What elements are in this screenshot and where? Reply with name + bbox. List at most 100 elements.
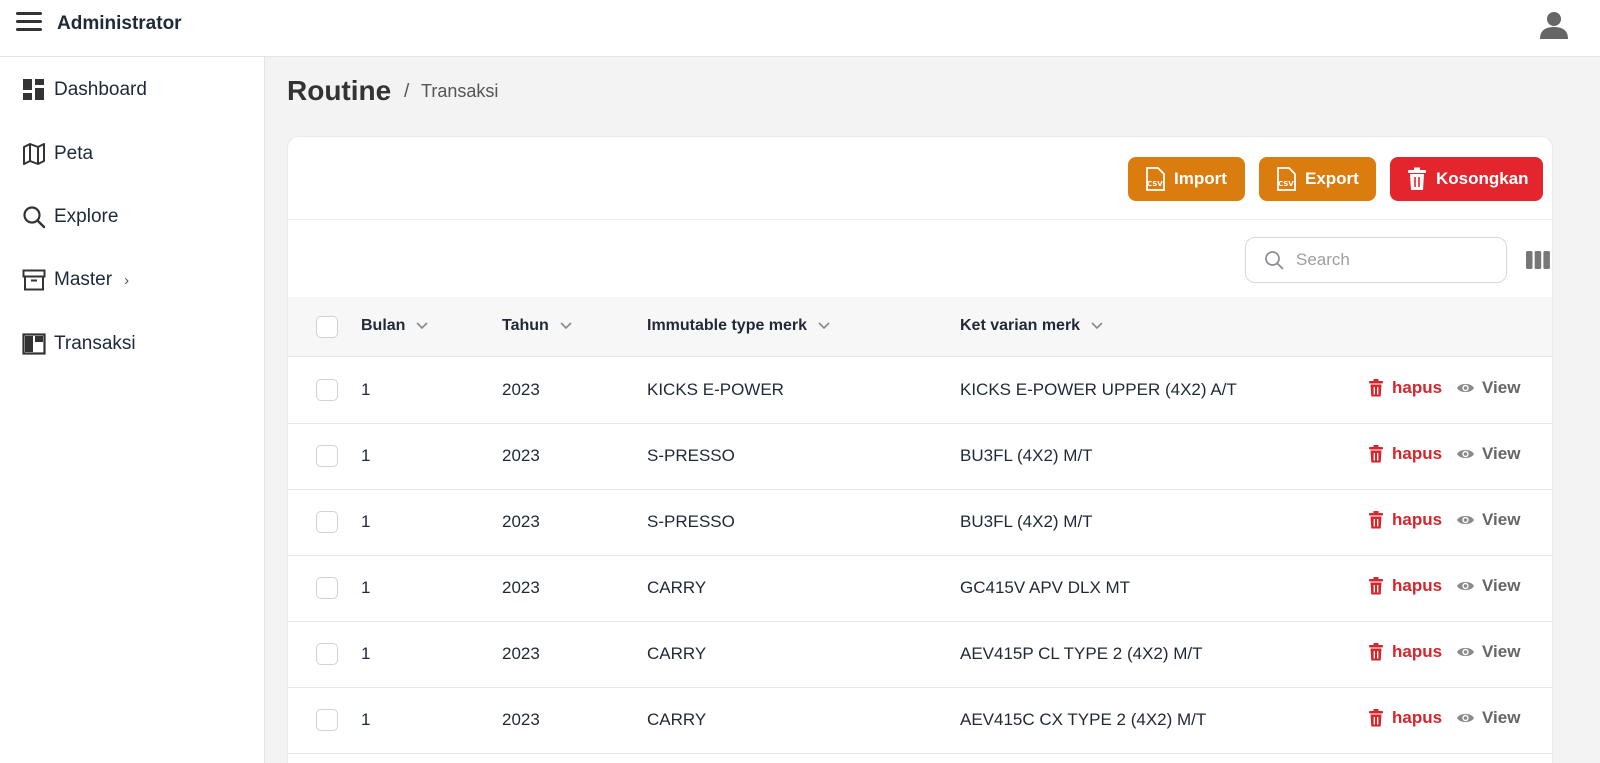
sidebar-item-label: Explore [54,206,119,227]
sidebar-item-transaksi[interactable]: Transaksi [22,329,136,359]
import-button[interactable]: CSV Import [1128,157,1245,201]
divider [288,219,1552,220]
table-cell: 2023 [502,578,540,597]
table-cell: KICKS E-POWER [647,380,784,399]
import-label: Import [1174,169,1227,188]
export-label: Export [1305,169,1359,188]
row-checkbox[interactable] [316,709,338,731]
column-header-bulan[interactable]: Bulan [361,317,429,335]
hapus-button[interactable]: hapus [1368,708,1442,728]
hapus-label: hapus [1392,444,1443,463]
select-all-checkbox[interactable] [316,316,338,338]
hapus-button[interactable]: hapus [1368,642,1442,662]
dashboard-icon [23,79,44,100]
table-cell: BU3FL (4X2) M/T [960,446,1093,465]
csv-file-icon: CSV [1146,167,1165,191]
table-row: 1 2023 S-PRESSO BU3FL (4X2) M/T hapus View [288,424,1552,490]
csv-file-icon: CSV [1277,167,1296,191]
column-header-label: Ket varian merk [960,317,1081,334]
eye-icon [1457,647,1474,657]
table-row: 1 2023 KICKS E-POWER KICKS E-POWER UPPER (4… [288,358,1552,424]
table-cell: 1 [361,380,371,399]
chevron-down-icon [1091,322,1103,330]
sidebar-item-label: Transaksi [54,333,136,354]
column-header-immutable-type-merk[interactable]: Immutable type merk [647,317,831,335]
trash-icon [1369,643,1383,661]
search-icon [23,206,46,229]
view-label: View [1482,378,1521,397]
view-label: View [1482,444,1521,463]
eye-icon [1457,449,1474,459]
row-checkbox[interactable] [316,379,338,401]
row-checkbox[interactable] [316,643,338,665]
row-checkbox[interactable] [316,445,338,467]
table-card: CSV Import CSV Export Kosongkan Search B… [287,136,1553,763]
view-button[interactable]: View [1456,708,1520,728]
table-cell: AEV415P CL TYPE 2 (4X2) M/T [960,644,1203,663]
column-header-tahun[interactable]: Tahun [502,317,573,335]
svg-text:CSV: CSV [1278,180,1294,188]
table-cell: S-PRESSO [647,446,735,465]
search-icon [1265,251,1284,270]
export-button[interactable]: CSV Export [1259,157,1376,201]
page-title: Routine [287,75,392,106]
user-icon[interactable] [1538,8,1570,40]
app-title: Administrator [57,13,182,34]
trash-icon [1369,379,1383,397]
view-button[interactable]: View [1456,576,1520,596]
breadcrumb[interactable]: Transaksi [421,81,498,102]
table-cell: 1 [361,644,371,663]
hapus-button[interactable]: hapus [1368,444,1442,464]
table-cell: CARRY [647,644,707,663]
table-cell: 1 [361,710,371,729]
top-bar: Administrator [0,0,1600,57]
hapus-label: hapus [1392,708,1443,727]
table-cell: 2023 [502,446,540,465]
hamburger-icon[interactable] [16,12,42,34]
table-cell: 2023 [502,710,540,729]
table-cell: 1 [361,512,371,531]
table-row: 1 2023 CARRY GC415V APV DLX MT hapus View [288,556,1552,622]
view-button[interactable]: View [1456,444,1520,464]
table-cell: BU3FL (4X2) M/T [960,512,1093,531]
view-label: View [1482,708,1521,727]
chevron-down-icon [560,322,572,330]
column-header-label: Immutable type merk [647,317,808,334]
view-label: View [1482,642,1521,661]
hapus-label: hapus [1392,642,1443,661]
hapus-button[interactable]: hapus [1368,510,1442,530]
hapus-button[interactable]: hapus [1368,576,1442,596]
kosongkan-label: Kosongkan [1436,169,1529,188]
breadcrumb-separator: / [404,81,410,102]
columns-icon[interactable] [1526,250,1550,270]
sidebar-item-peta[interactable]: Peta [22,139,93,169]
chevron-down-icon [818,322,830,330]
table-cell: AEV415C CX TYPE 2 (4X2) M/T [960,710,1207,729]
sidebar-item-master[interactable]: Master › [22,265,129,295]
search-field[interactable] [1245,237,1507,283]
chevron-right-icon: › [124,271,130,289]
hapus-button[interactable]: hapus [1368,378,1442,398]
table-row: 1 2023 CARRY AEV415C CX TYPE 2 (4X2) M/T hap… [288,688,1552,754]
hapus-label: hapus [1392,510,1443,529]
view-button[interactable]: View [1456,642,1520,662]
view-button[interactable]: View [1456,510,1520,530]
view-label: View [1482,510,1521,529]
sidebar-item-dashboard[interactable]: Dashboard [22,75,147,105]
eye-icon [1457,581,1474,591]
archive-icon [22,269,46,291]
sidebar-item-explore[interactable]: Explore [22,202,118,232]
table-cell: 2023 [502,644,540,663]
row-checkbox[interactable] [316,577,338,599]
table-cell: 2023 [502,380,540,399]
eye-icon [1457,515,1474,525]
row-checkbox[interactable] [316,511,338,533]
table-cell: 1 [361,446,371,465]
kosongkan-button[interactable]: Kosongkan [1390,157,1543,201]
trash-icon [1369,445,1383,463]
column-header-label: Bulan [361,317,406,334]
column-header-ket-varian-merk[interactable]: Ket varian merk [960,317,1104,335]
map-icon [23,143,45,165]
view-button[interactable]: View [1456,378,1520,398]
search-input[interactable] [1296,250,1496,270]
